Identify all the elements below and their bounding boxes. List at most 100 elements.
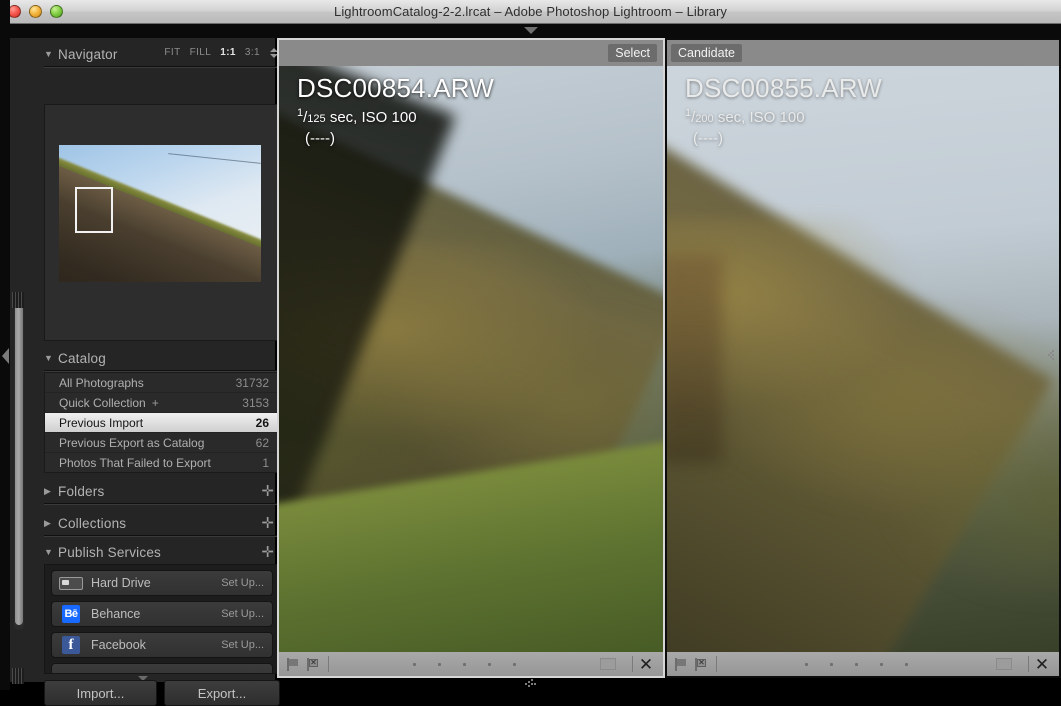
catalog-disclosure-icon[interactable]: ▼ xyxy=(44,353,58,363)
catalog-item-label: Photos That Failed to Export xyxy=(59,456,211,470)
candidate-shutter-numerator: 1 xyxy=(685,107,692,120)
sidebar-item-previous-export-as-catalog[interactable]: Previous Export as Catalog 62 xyxy=(45,433,279,453)
module-picker-toggle-icon[interactable] xyxy=(523,27,538,34)
select-exposure: 1/125 sec, ISO 100 xyxy=(297,107,417,127)
compare-view: Select DSC00854.ARW 1/125 sec, ISO 100 (… xyxy=(277,38,1061,678)
navigator-header[interactable]: ▼ Navigator FIT FILL 1:1 3:1 xyxy=(44,42,280,67)
select-filename: DSC00854.ARW xyxy=(297,73,495,103)
folders-title: Folders xyxy=(58,483,105,499)
title-bar: LightroomCatalog-2-2.lrcat – Adobe Photo… xyxy=(0,0,1061,24)
publish-services-list: Hard Drive Set Up... Bē Behance Set Up..… xyxy=(44,564,280,674)
candidate-rating-dots[interactable] xyxy=(717,662,996,666)
publish-services-disclosure-icon[interactable]: ▼ xyxy=(44,547,58,557)
sidebar-item-photos-that-failed-to-export[interactable]: Photos That Failed to Export 1 xyxy=(45,453,279,473)
select-shutter-denominator: 125 xyxy=(307,113,326,126)
catalog-title: Catalog xyxy=(58,350,106,366)
publish-service-facebook[interactable]: f Facebook Set Up... xyxy=(51,632,273,658)
candidate-exposure: 1/200 sec, ISO 100 xyxy=(685,107,805,127)
select-exposure-rest: sec, ISO 100 xyxy=(325,109,417,127)
catalog-item-count: 26 xyxy=(255,415,269,430)
folders-header[interactable]: ▶ Folders ✛ xyxy=(44,479,280,504)
publish-service-setup-link[interactable]: Set Up... xyxy=(221,639,264,651)
zoom-level-controls[interactable]: FIT FILL 1:1 3:1 xyxy=(164,47,278,58)
sidebar-item-previous-import[interactable]: Previous Import 26 xyxy=(45,413,279,433)
publish-service-hard-drive[interactable]: Hard Drive Set Up... xyxy=(51,570,273,596)
candidate-pane-toolbar: ✕ ✕ xyxy=(667,652,1059,676)
export-button[interactable]: Export... xyxy=(164,680,280,706)
hard-drive-icon xyxy=(58,574,84,592)
add-collection-icon[interactable]: ✛ xyxy=(261,516,274,531)
collections-disclosure-icon[interactable]: ▶ xyxy=(44,518,58,528)
select-metadata-overlay: DSC00854.ARW 1/125 sec, ISO 100 (----) xyxy=(297,74,494,147)
publish-service-behance[interactable]: Bē Behance Set Up... xyxy=(51,601,273,627)
collections-header[interactable]: ▶ Collections ✛ xyxy=(44,511,280,536)
folders-disclosure-icon[interactable]: ▶ xyxy=(44,486,58,496)
scrollbar-grip-top-icon xyxy=(12,292,24,308)
publish-service-partial[interactable] xyxy=(51,663,273,673)
candidate-photo-trunk xyxy=(667,253,722,465)
scrollbar-grip-bottom-icon xyxy=(12,668,24,684)
select-rating-dashes: (----) xyxy=(305,130,335,148)
catalog-item-label: Quick Collection + xyxy=(59,395,159,410)
candidate-filename: DSC00855.ARW xyxy=(685,73,883,103)
candidate-pane[interactable]: Candidate DSC00855.ARW 1/200 sec, ISO 10… xyxy=(665,38,1061,678)
publish-services-header[interactable]: ▼ Publish Services ✛ xyxy=(44,540,280,565)
left-panel-grip[interactable] xyxy=(0,0,10,690)
import-button[interactable]: Import... xyxy=(44,680,157,706)
navigator-title: Navigator xyxy=(58,46,118,62)
publish-services-title: Publish Services xyxy=(58,544,161,560)
candidate-photo-canopy xyxy=(667,218,1059,606)
zoom-three-to-one[interactable]: 3:1 xyxy=(245,47,260,58)
behance-icon: Bē xyxy=(58,605,84,623)
add-publish-service-icon[interactable]: ✛ xyxy=(261,545,274,560)
candidate-rating-dashes: (----) xyxy=(693,130,723,148)
candidate-shutter-denominator: 200 xyxy=(695,113,714,126)
candidate-photo[interactable] xyxy=(667,66,1059,652)
navigator-thumbnail[interactable] xyxy=(59,145,261,282)
publish-service-setup-link[interactable]: Set Up... xyxy=(221,577,264,589)
candidate-exposure-rest: sec, ISO 100 xyxy=(713,109,805,127)
select-clear-button[interactable]: ✕ xyxy=(633,656,659,673)
expand-right-panel-icon[interactable] xyxy=(1048,350,1054,360)
select-shutter-numerator: 1 xyxy=(297,107,304,120)
reject-flag-icon[interactable]: ✕ xyxy=(307,657,320,671)
publish-service-label: Behance xyxy=(91,607,141,621)
catalog-item-count: 62 xyxy=(255,435,269,450)
candidate-badge: Candidate xyxy=(671,44,742,62)
zoom-fill[interactable]: FILL xyxy=(190,47,212,58)
left-panel-scrollbar-thumb[interactable] xyxy=(15,303,23,625)
sidebar-item-quick-collection[interactable]: Quick Collection + 3153 xyxy=(45,393,279,413)
catalog-item-count: 3153 xyxy=(242,395,269,410)
candidate-clear-button[interactable]: ✕ xyxy=(1029,656,1055,673)
select-pane[interactable]: Select DSC00854.ARW 1/125 sec, ISO 100 (… xyxy=(277,38,665,678)
publish-service-setup-link[interactable]: Set Up... xyxy=(221,608,264,620)
pick-flag-icon[interactable] xyxy=(675,657,688,671)
navigator-crop-box[interactable] xyxy=(75,187,113,233)
select-badge: Select xyxy=(608,44,657,62)
facebook-icon: f xyxy=(58,636,84,654)
navigator-preview[interactable] xyxy=(44,104,280,341)
collapse-left-panel-icon[interactable] xyxy=(2,348,9,364)
candidate-pane-header: Candidate xyxy=(667,40,1059,66)
filmstrip-toggle-icon[interactable] xyxy=(524,679,537,687)
sidebar-item-all-photographs[interactable]: All Photographs 31732 xyxy=(45,373,279,393)
collections-title: Collections xyxy=(58,515,127,531)
catalog-header[interactable]: ▼ Catalog xyxy=(44,346,280,371)
quick-collection-plus-icon[interactable]: + xyxy=(152,396,159,410)
catalog-item-label: Previous Export as Catalog xyxy=(59,435,205,450)
pick-flag-icon[interactable] xyxy=(287,657,300,671)
catalog-item-count: 1 xyxy=(262,456,269,470)
candidate-color-label-swatch[interactable] xyxy=(996,658,1012,670)
window-title: LightroomCatalog-2-2.lrcat – Adobe Photo… xyxy=(333,4,728,19)
select-pane-header: Select xyxy=(279,40,663,66)
select-photo[interactable] xyxy=(279,66,663,652)
reject-flag-icon[interactable]: ✕ xyxy=(695,657,708,671)
zoom-one-to-one[interactable]: 1:1 xyxy=(220,47,236,58)
catalog-item-count: 31732 xyxy=(235,375,269,390)
candidate-metadata-overlay: DSC00855.ARW 1/200 sec, ISO 100 (----) xyxy=(685,74,882,147)
select-color-label-swatch[interactable] xyxy=(600,658,616,670)
navigator-disclosure-icon[interactable]: ▼ xyxy=(44,49,58,59)
select-rating-dots[interactable] xyxy=(329,662,600,666)
add-folder-icon[interactable]: ✛ xyxy=(261,484,274,499)
zoom-fit[interactable]: FIT xyxy=(164,47,180,58)
